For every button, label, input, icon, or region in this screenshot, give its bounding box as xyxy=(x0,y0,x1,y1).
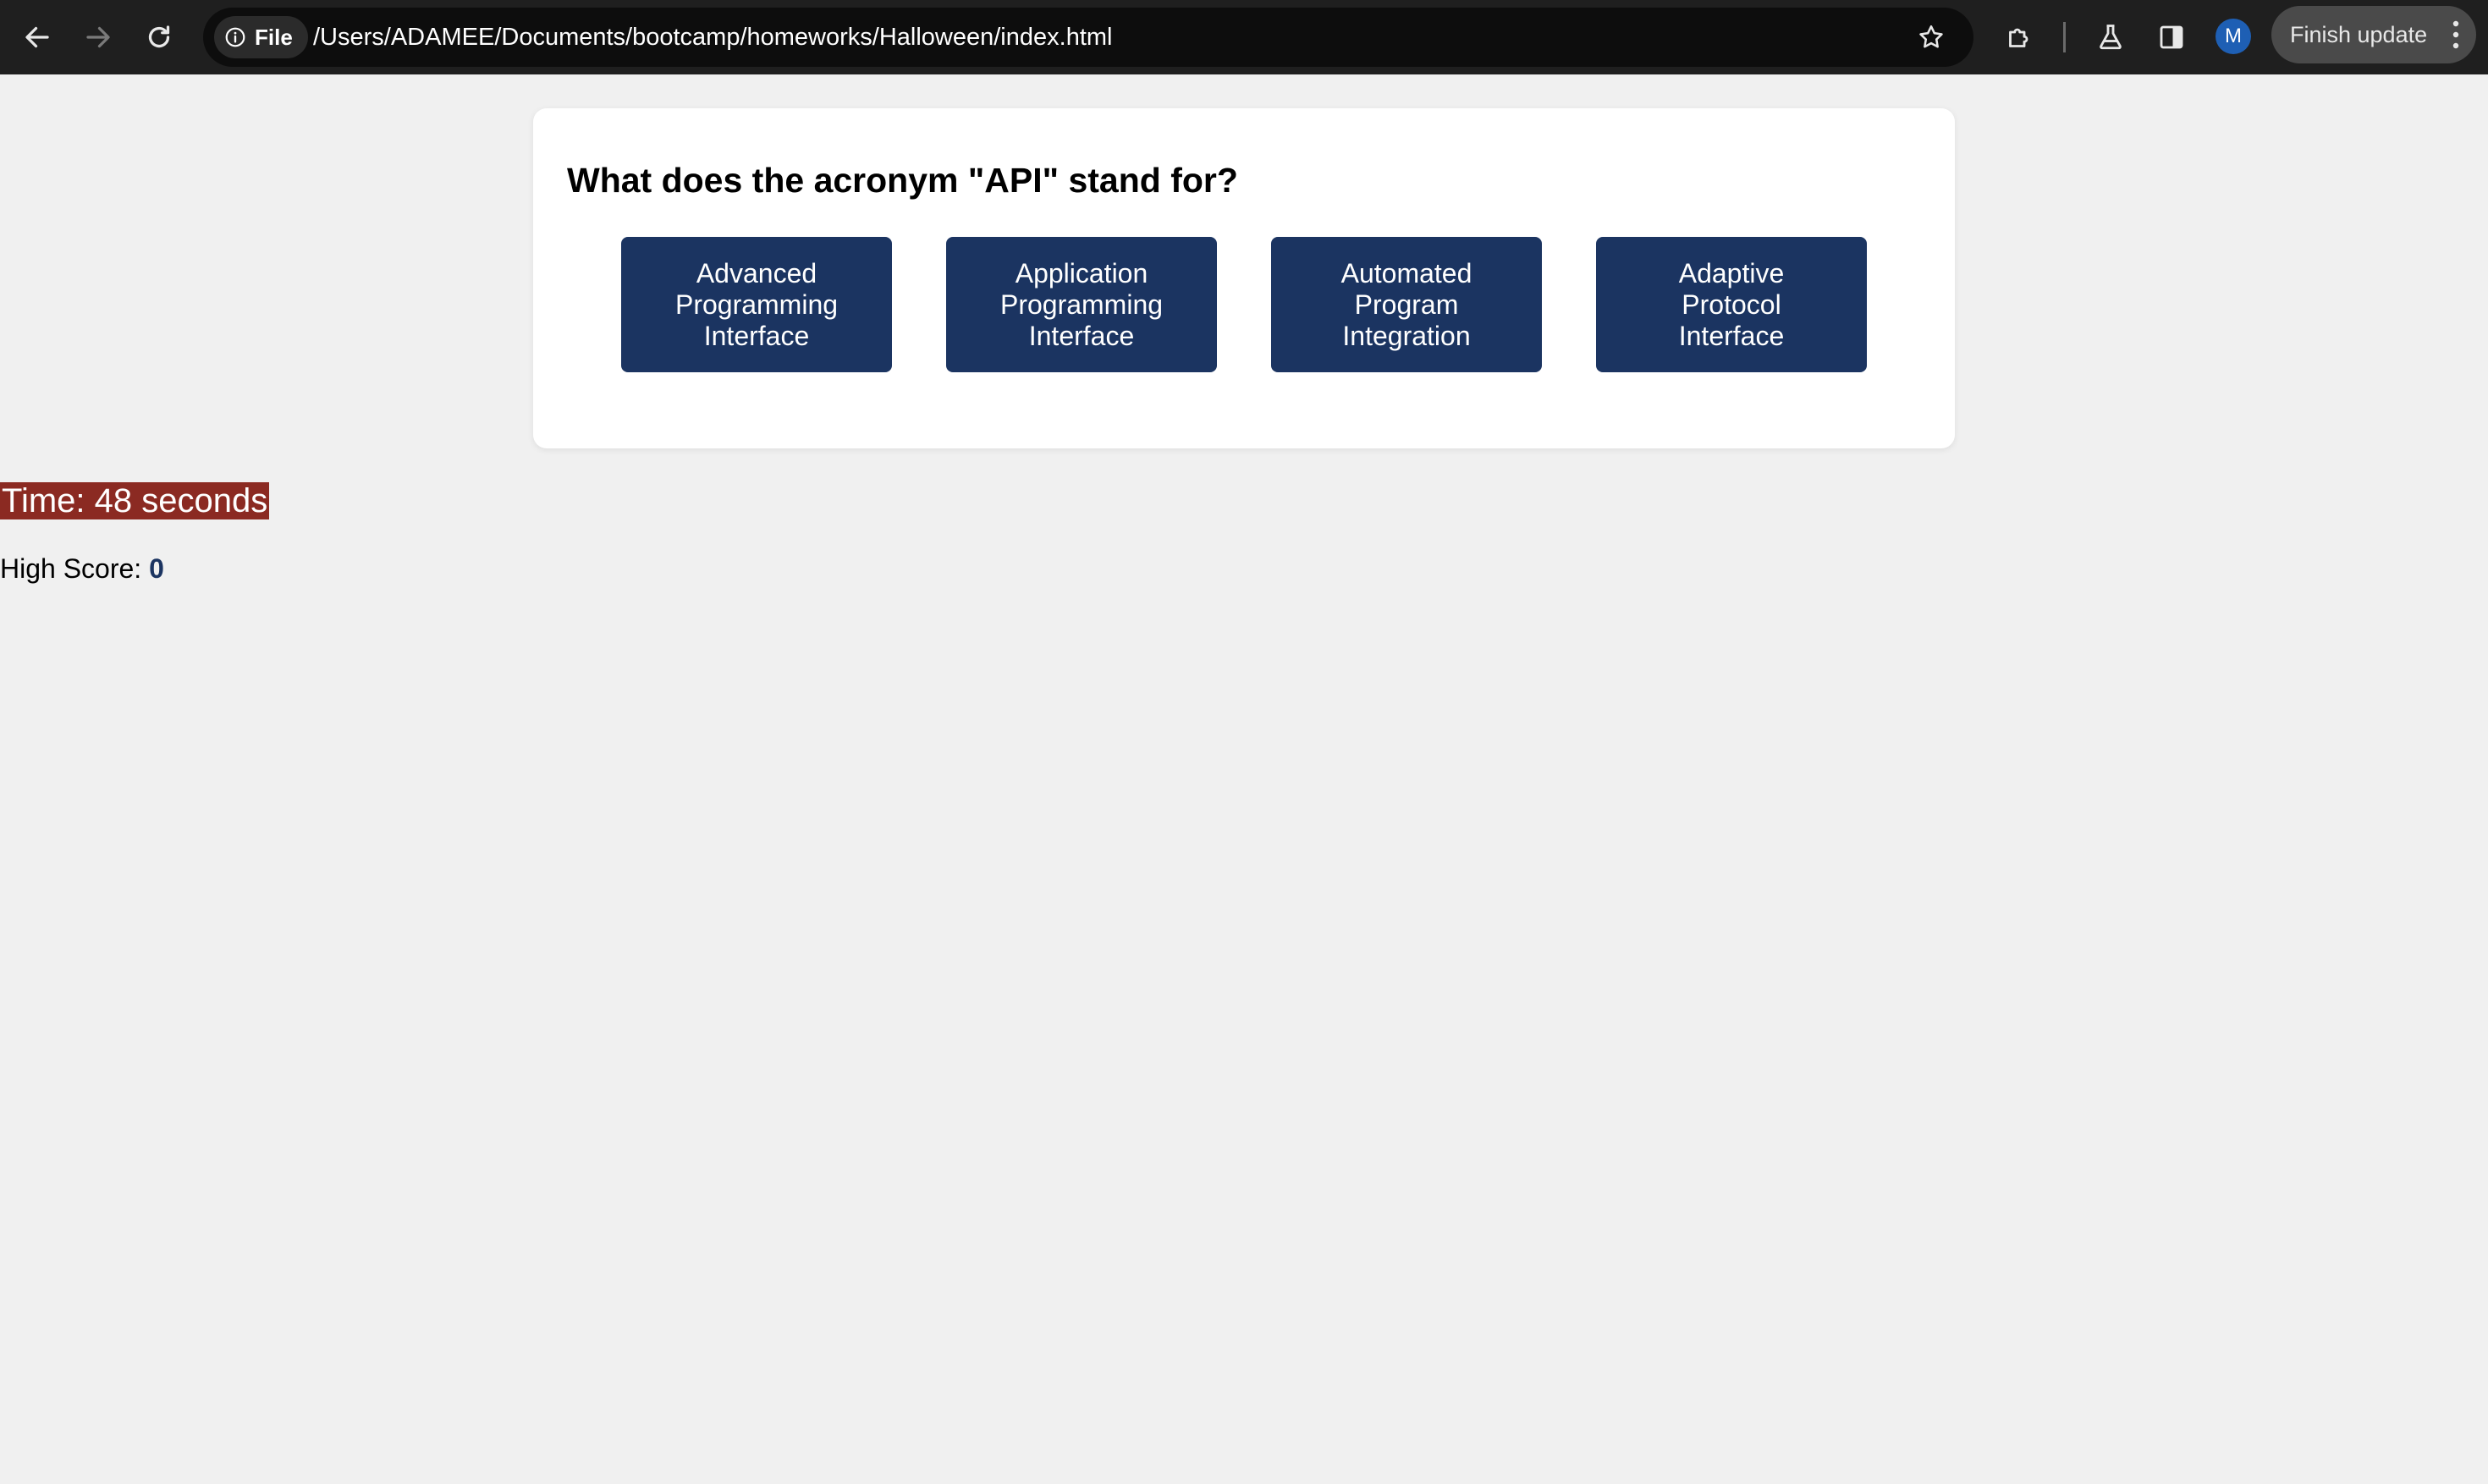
labs-button[interactable] xyxy=(2087,14,2134,61)
answer-button-2[interactable]: Application Programming Interface xyxy=(946,237,1217,372)
side-panel-icon xyxy=(2160,25,2183,49)
answer-button-1[interactable]: Advanced Programming Interface xyxy=(621,237,892,372)
reload-button[interactable] xyxy=(135,14,183,61)
question-text: What does the acronym "API" stand for? xyxy=(567,161,1238,200)
arrow-right-icon xyxy=(86,26,110,48)
side-panel-button[interactable] xyxy=(2148,14,2195,61)
quiz-card: What does the acronym "API" stand for? A… xyxy=(533,108,1955,448)
star-icon xyxy=(1919,25,1943,48)
info-icon xyxy=(225,27,245,47)
address-bar[interactable]: File /Users/ADAMEE/Documents/bootcamp/ho… xyxy=(203,8,1973,67)
url-text[interactable]: /Users/ADAMEE/Documents/bootcamp/homewor… xyxy=(313,8,1112,67)
forward-button[interactable] xyxy=(74,14,122,61)
answer-button-4[interactable]: Adaptive Protocol Interface xyxy=(1596,237,1867,372)
timer-display: Time: 48 seconds xyxy=(0,482,270,519)
toolbar-divider xyxy=(2063,22,2066,52)
browser-toolbar: File /Users/ADAMEE/Documents/bootcamp/ho… xyxy=(0,0,2488,74)
profile-avatar[interactable]: M xyxy=(2216,19,2251,54)
file-chip-label: File xyxy=(255,24,293,50)
finish-update-button[interactable]: Finish update xyxy=(2271,6,2476,63)
high-score: High Score: 0 xyxy=(0,553,164,585)
answer-button-3[interactable]: Automated Program Integration xyxy=(1271,237,1542,372)
arrow-left-icon xyxy=(25,26,49,48)
high-score-label: High Score: xyxy=(0,553,150,584)
puzzle-icon xyxy=(2009,28,2028,47)
reload-icon xyxy=(148,25,170,48)
finish-update-label: Finish update xyxy=(2290,21,2428,47)
bookmark-button[interactable] xyxy=(1911,17,1951,58)
high-score-value: 0 xyxy=(149,553,164,584)
flask-icon xyxy=(2100,25,2122,50)
extensions-button[interactable] xyxy=(1995,14,2043,61)
kebab-menu-icon[interactable] xyxy=(2451,19,2461,50)
site-info-chip[interactable]: File xyxy=(214,16,308,58)
back-button[interactable] xyxy=(14,14,61,61)
